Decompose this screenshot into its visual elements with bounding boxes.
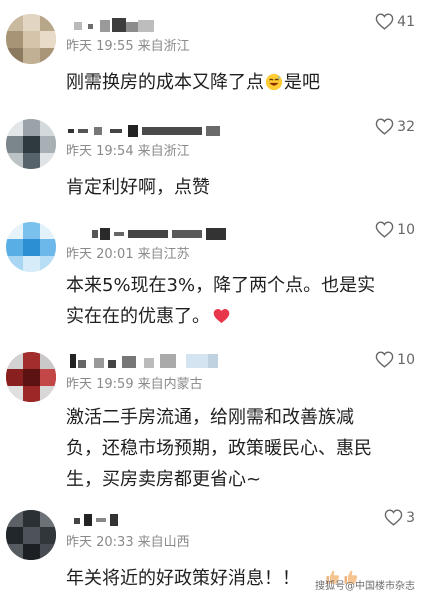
heart-outline-icon <box>375 118 394 135</box>
avatar[interactable] <box>6 510 56 560</box>
avatar[interactable] <box>6 14 56 64</box>
comment-meta: 昨天 19:54 来自浙江 <box>66 140 194 159</box>
comment-text: 本来5%现在3%，降了两个点。也是实 实在在的优惠了。 <box>66 270 411 332</box>
comment-time: 昨天 20:01 <box>66 247 134 262</box>
heart-outline-icon <box>384 509 403 526</box>
laughing-sweat-face-icon <box>265 70 283 91</box>
avatar[interactable] <box>6 119 56 169</box>
comment-text-part: 是吧 <box>284 72 320 93</box>
comment-item: 昨天 19:54 来自浙江 32 肯定利好啊，点赞 <box>0 117 425 207</box>
comment-location: 来自浙江 <box>137 39 190 54</box>
comment-text-line: 生，买房卖房都更省心~ <box>66 469 262 490</box>
like-count: 32 <box>397 118 415 135</box>
heart-outline-icon <box>375 221 394 238</box>
like-button[interactable]: 10 <box>375 221 415 238</box>
heart-outline-icon <box>375 13 394 30</box>
like-count: 10 <box>397 351 415 368</box>
watermark: 搜狐号@中国楼市杂志 <box>315 581 415 592</box>
comment-text-line: 激活二手房流通，给刚需和改善族减 <box>66 407 354 428</box>
like-button[interactable]: 3 <box>384 509 415 526</box>
comment-text-part: 刚需换房的成本又降了点 <box>66 72 264 93</box>
comment-meta: 昨天 20:33 来自山西 <box>66 531 194 550</box>
comment-location: 来自江苏 <box>137 247 190 262</box>
like-count: 10 <box>397 221 415 238</box>
heart-outline-icon <box>375 351 394 368</box>
username-pixelated[interactable] <box>66 510 266 530</box>
username-pixelated[interactable] <box>66 16 266 36</box>
comment-item: 昨天 19:59 来自内蒙古 10 激活二手房流通，给刚需和改善族减 负，还稳市场… <box>0 350 425 500</box>
red-heart-icon <box>213 303 230 324</box>
comment-item: 昨天 19:55 来自浙江 41 刚需换房的成本又降了点 是吧 <box>0 12 425 102</box>
comment-text: 刚需换房的成本又降了点 是吧 <box>66 67 411 98</box>
comment-location: 来自山西 <box>137 535 190 550</box>
comment-text-line: 实在在的优惠了。 <box>66 301 411 332</box>
like-count: 3 <box>406 509 415 526</box>
avatar[interactable] <box>6 352 56 402</box>
comment-item: 昨天 20:01 来自江苏 10 本来5%现在3%，降了两个点。也是实 实在在的优… <box>0 220 425 340</box>
comment-text-part: 实在在的优惠了。 <box>66 306 210 327</box>
comment-location: 来自浙江 <box>137 144 190 159</box>
username-pixelated[interactable] <box>66 350 266 370</box>
comment-text: 激活二手房流通，给刚需和改善族减 负，还稳市场预期，政策暖民心、惠民 生，买房卖… <box>66 402 411 495</box>
username-pixelated[interactable] <box>66 121 266 141</box>
comment-time: 昨天 19:55 <box>66 39 134 54</box>
comment-time: 昨天 19:54 <box>66 144 134 159</box>
comment-time: 昨天 19:59 <box>66 377 134 392</box>
comment-location: 来自内蒙古 <box>137 377 203 392</box>
like-count: 41 <box>397 13 415 30</box>
like-button[interactable]: 32 <box>375 118 415 135</box>
comment-text-line: 本来5%现在3%，降了两个点。也是实 <box>66 275 376 296</box>
comment-text-part: 年关将近的好政策好消息！！ <box>66 568 300 589</box>
comment-meta: 昨天 19:59 来自内蒙古 <box>66 373 207 392</box>
comment-meta: 昨天 20:01 来自江苏 <box>66 243 194 262</box>
comment-text: 肯定利好啊，点赞 <box>66 177 210 198</box>
avatar[interactable] <box>6 222 56 272</box>
username-pixelated[interactable] <box>66 224 266 244</box>
comment-text-line: 负，还稳市场预期，政策暖民心、惠民 <box>66 438 372 459</box>
comment-time: 昨天 20:33 <box>66 535 134 550</box>
like-button[interactable]: 41 <box>375 13 415 30</box>
comment-meta: 昨天 19:55 来自浙江 <box>66 35 194 54</box>
like-button[interactable]: 10 <box>375 351 415 368</box>
